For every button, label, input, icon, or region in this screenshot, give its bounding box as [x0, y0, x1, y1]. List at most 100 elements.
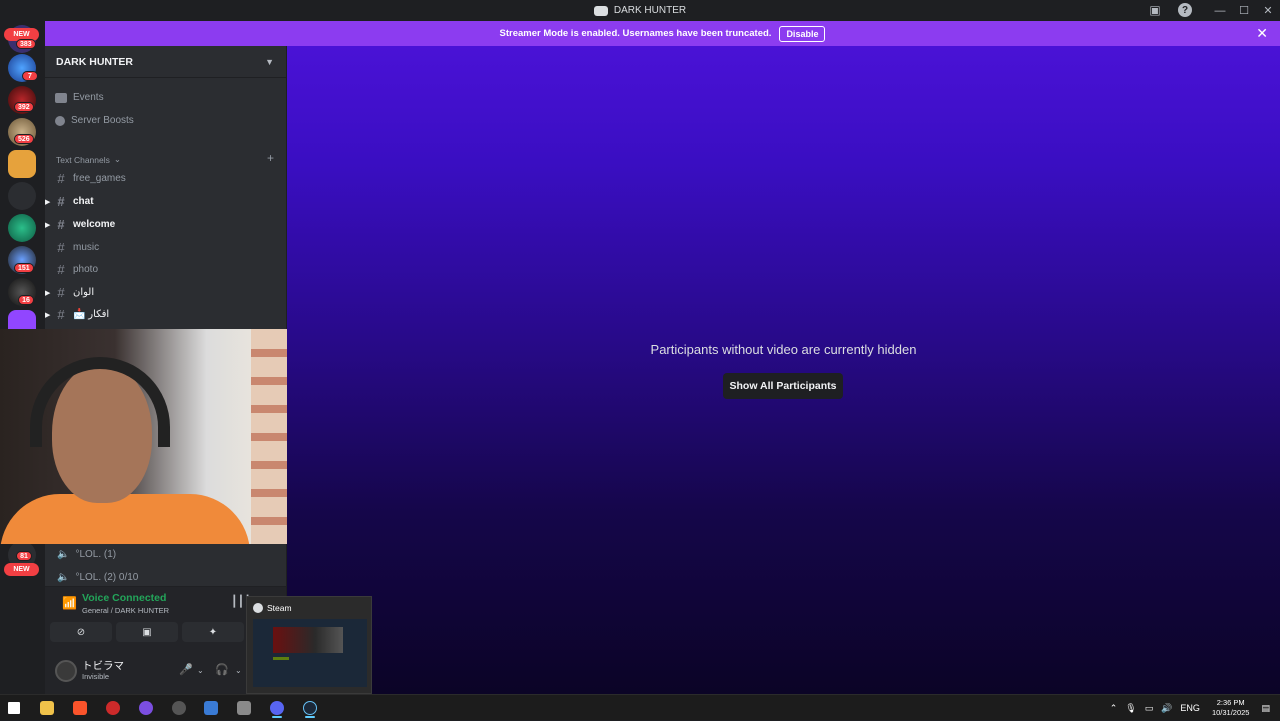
disable-streamer-mode-button[interactable]: Disable [779, 25, 826, 42]
notification-icon[interactable]: ▤ [1261, 703, 1270, 714]
hashtag-icon: # [57, 171, 65, 186]
clock[interactable]: 2:36 PM 10/31/2025 [1212, 698, 1250, 718]
channel-item[interactable]: ▶ # welcome [45, 217, 275, 232]
taskbar-app[interactable] [133, 698, 159, 718]
clock-date: 10/31/2025 [1211, 708, 1250, 717]
chevron-down-icon[interactable]: ⌄ [197, 666, 204, 675]
channel-name: free_games [73, 173, 126, 184]
channel-name: الوان [73, 287, 95, 298]
preview-title: Steam [267, 603, 292, 613]
server-name: DARK HUNTER [56, 55, 133, 68]
maximize-button[interactable]: ☐ [1232, 0, 1256, 21]
minimize-button[interactable]: — [1208, 0, 1232, 21]
voice-channel-name: °LOL. (1) [75, 549, 117, 560]
category-header[interactable]: Text Channels ⌄ [56, 154, 121, 165]
taskbar-app[interactable] [231, 698, 257, 718]
channel-item[interactable]: ▶ # الوان [45, 285, 275, 300]
start-button[interactable] [1, 698, 27, 718]
new-mentions-pill[interactable]: NEW [4, 563, 39, 576]
channel-item[interactable]: # photo [55, 262, 275, 277]
app-icon [237, 701, 251, 715]
expand-arrow-icon: ▶ [45, 221, 51, 229]
screen-share-icon: ▣ [142, 626, 152, 638]
channel-item[interactable]: ▶ # 📩 افكار [45, 307, 275, 322]
channel-name: chat [73, 196, 94, 207]
hashtag-icon: # [57, 217, 65, 232]
username[interactable]: トビラマ [82, 658, 124, 673]
mention-badge: 151 [14, 263, 34, 273]
category-label: Text Channels [56, 154, 110, 165]
mention-badge: 392 [14, 102, 34, 112]
taskbar-preview[interactable]: Steam [246, 596, 372, 694]
help-icon[interactable]: ? [1178, 3, 1192, 17]
taskbar-app[interactable] [67, 698, 93, 718]
headphones-icon[interactable]: 🎧 [215, 663, 229, 676]
brave-icon [73, 701, 87, 715]
voice-channel-item[interactable]: 🔈 °LOL. (1) [57, 549, 116, 560]
chevron-down-icon: ▼ [265, 56, 274, 67]
expand-arrow-icon: ▶ [45, 289, 51, 297]
mention-badge: 7 [22, 71, 38, 81]
hashtag-icon: # [57, 240, 65, 255]
server-icon[interactable] [8, 214, 36, 242]
channel-name: photo [73, 264, 99, 275]
close-button[interactable]: ✕ [1256, 0, 1280, 21]
close-icon[interactable]: ✕ [1256, 25, 1268, 42]
voice-status[interactable]: Voice Connected [82, 592, 166, 604]
hashtag-icon: # [57, 262, 65, 277]
voice-location[interactable]: General / DARK HUNTER [82, 606, 169, 615]
preview-thumbnail[interactable] [253, 619, 367, 687]
inbox-icon[interactable]: ▣ [1148, 3, 1162, 17]
mention-badge: 81 [16, 551, 32, 561]
server-boosts-item[interactable]: Server Boosts [55, 115, 134, 126]
taskbar-app[interactable] [34, 698, 60, 718]
server-header[interactable]: DARK HUNTER ▼ [45, 46, 286, 78]
signal-icon: 📶 [62, 596, 77, 610]
network-icon[interactable]: ▭ [1145, 703, 1154, 714]
taskbar-app-steam[interactable] [297, 698, 323, 718]
screen-share-button[interactable]: ▣ [116, 622, 178, 642]
taskbar-app[interactable] [100, 698, 126, 718]
taskbar-app-discord[interactable] [264, 698, 290, 718]
events-item[interactable]: Events [55, 92, 104, 103]
hashtag-icon: # [57, 194, 65, 209]
server-icon[interactable] [8, 150, 36, 178]
camera-off-icon: ⊘ [76, 626, 86, 638]
voice-channel-item[interactable]: 🔈 °LOL. (2) 0/10 [57, 572, 138, 583]
channel-name: welcome [73, 219, 116, 230]
chevron-up-icon[interactable]: ⌃ [1110, 703, 1118, 714]
clock-time: 2:36 PM [1216, 698, 1245, 707]
channel-item[interactable]: # free_games [55, 171, 275, 186]
voice-channel-name: °LOL. (2) 0/10 [75, 572, 139, 583]
streamer-mode-message: Streamer Mode is enabled. Usernames have… [499, 28, 772, 39]
hashtag-icon: # [57, 307, 65, 322]
calendar-icon [55, 92, 67, 103]
show-all-participants-button[interactable]: Show All Participants [723, 373, 843, 399]
microphone-icon[interactable]: 🎙 [1125, 703, 1136, 714]
title-bar: DARK HUNTER ▣ ? — ☐ ✕ [0, 0, 1280, 21]
window-title: DARK HUNTER [593, 5, 686, 16]
events-label: Events [73, 92, 104, 103]
preview-art [273, 627, 343, 653]
create-channel-icon[interactable]: + [267, 151, 274, 165]
video-stage: Participants without video are currently… [287, 46, 1280, 694]
headphones-image [30, 357, 170, 447]
channel-item[interactable]: ▶ # chat [45, 194, 275, 209]
channel-item[interactable]: # music [55, 240, 275, 255]
preview-bar [273, 657, 289, 660]
chevron-down-icon[interactable]: ⌄ [235, 666, 242, 675]
speaker-icon: 🔈 [57, 572, 70, 583]
participants-hidden-message: Participants without video are currently… [650, 342, 917, 357]
mention-badge: 383 [16, 39, 36, 49]
server-icon[interactable] [8, 182, 36, 210]
camera-toggle-button[interactable]: ⊘ [50, 622, 112, 642]
taskbar-app[interactable] [166, 698, 192, 718]
activities-button[interactable]: ✦ [182, 622, 244, 642]
taskbar-app[interactable] [198, 698, 224, 718]
volume-icon[interactable]: 🔊 [1161, 703, 1172, 714]
channel-name: music [73, 242, 100, 253]
language-indicator[interactable]: ENG [1180, 703, 1200, 713]
microphone-icon[interactable]: 🎤 [179, 663, 193, 676]
avatar[interactable] [55, 660, 77, 682]
webcam-background [251, 329, 287, 544]
